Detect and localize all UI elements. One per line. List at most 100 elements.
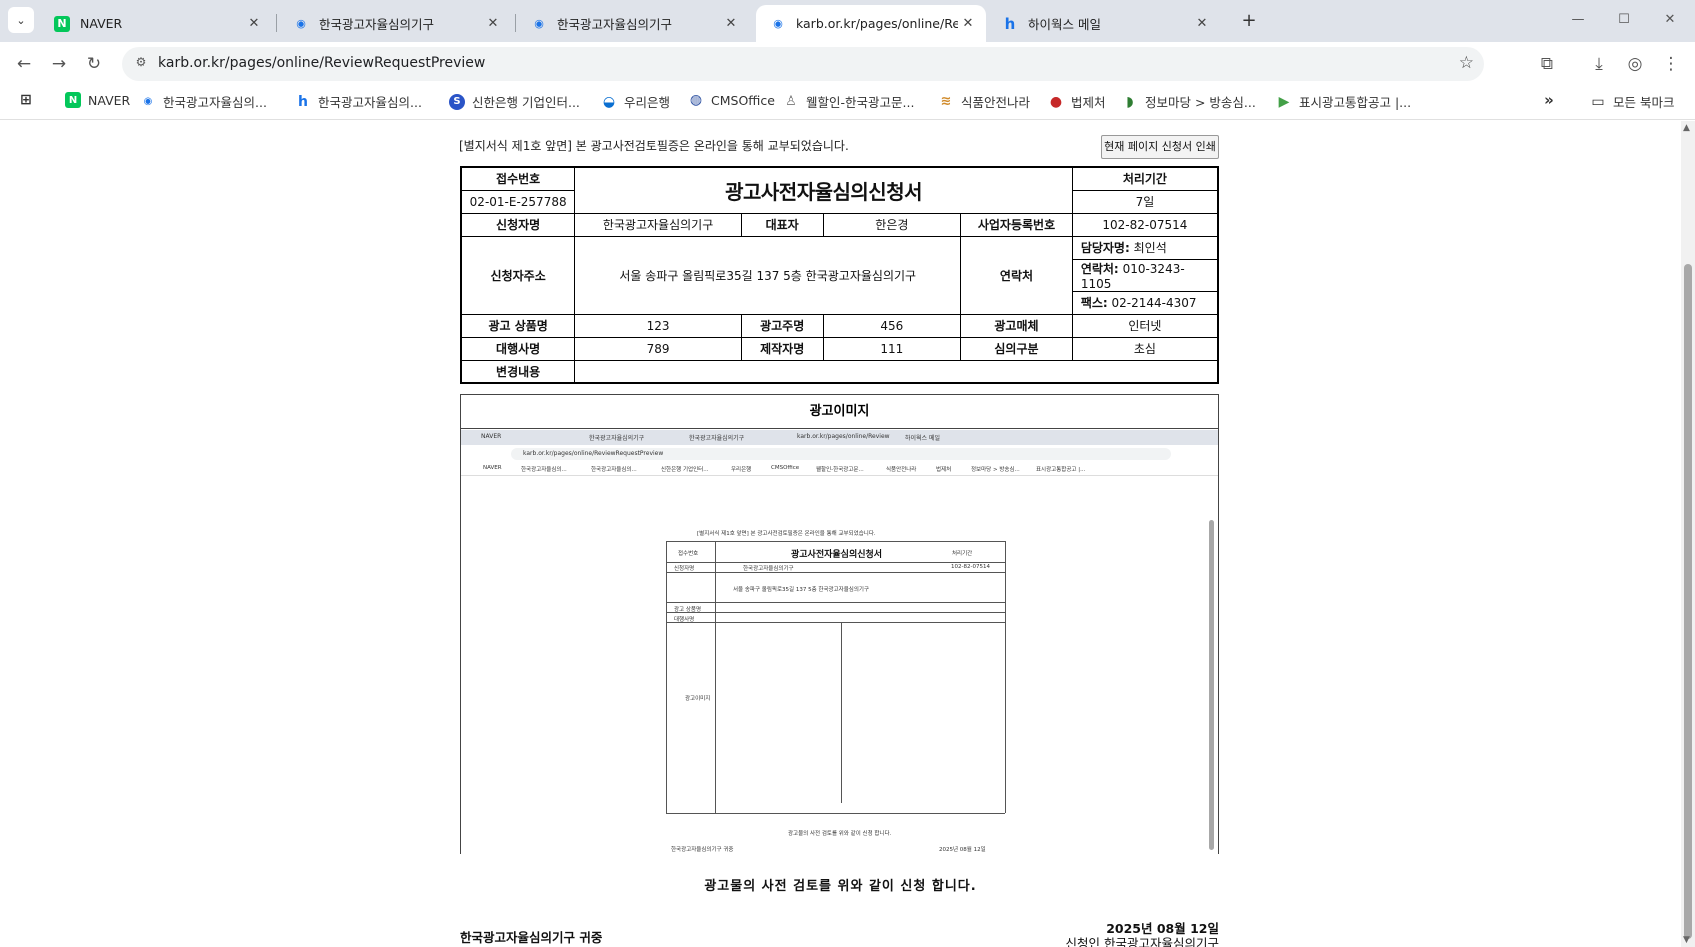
application-form: 접수번호 광고사전자율심의신청서 처리기간 02-01-E-257788 7일 … (460, 166, 1219, 384)
new-tab-button[interactable]: + (1236, 8, 1262, 34)
screenshot-bookmark: 표시광고통합공고 |... (1036, 467, 1086, 473)
bookmark-karb[interactable]: ◉ 한국광고자율심의... (140, 92, 267, 111)
naver-icon: N (65, 92, 81, 108)
product-label: 광고 상품명 (460, 313, 576, 338)
ad-image-section: 광고이미지 NAVER 한국광고자율심의기구 한국광고자율심의기구 karb.o… (460, 394, 1219, 854)
extensions-button[interactable]: ⧉ (1533, 50, 1561, 78)
url-text[interactable]: karb.or.kr/pages/online/ReviewRequestPre… (158, 55, 485, 71)
change-value (574, 359, 1219, 384)
bookmark-naver[interactable]: N NAVER (65, 92, 130, 108)
screenshot-bookmark: 법제처 (936, 467, 952, 473)
close-icon[interactable]: ✕ (1192, 16, 1212, 31)
maximize-icon: ☐ (1618, 12, 1630, 27)
agency-value: 789 (574, 336, 742, 361)
chevron-down-icon: ⌄ (16, 13, 26, 27)
more-bookmarks-button[interactable]: » (1541, 91, 1564, 109)
advertiser-label: 광고주명 (740, 313, 824, 338)
profile-button[interactable]: ◎ (1621, 50, 1649, 78)
maximize-button[interactable]: ☐ (1604, 8, 1644, 32)
screenshot-date: 2025년 08월 12일 (939, 847, 986, 853)
all-bookmarks-button[interactable]: ▭ 모든 북마크 (1590, 92, 1674, 111)
bookmark-ad-notice[interactable]: ▶ 표시광고통합공고 |... (1276, 92, 1412, 111)
bookmark-info[interactable]: ◗ 정보마당 > 방송심... (1122, 92, 1256, 111)
receipt-label: 접수번호 (460, 166, 576, 191)
page-content: [별지서식 제1호 앞면] 본 광고사전검토필증은 온라인을 통해 교부되었습니… (0, 121, 1681, 947)
screenshot-form-rule (666, 602, 1005, 603)
screenshot-agency-label: 대행사명 (674, 617, 695, 623)
screenshot-period-label: 처리기간 (952, 551, 973, 557)
bookmark-law[interactable]: ● 법제처 (1048, 92, 1106, 111)
close-window-button[interactable]: ✕ (1650, 8, 1690, 32)
apps-button[interactable]: ⊞ (18, 92, 41, 108)
screenshot-form-rule (666, 612, 1005, 613)
address-bar[interactable]: ⚙ karb.or.kr/pages/online/ReviewRequestP… (122, 47, 1484, 81)
downloads-button[interactable]: ⤓ (1585, 50, 1613, 78)
law-icon: ● (1049, 93, 1063, 110)
download-icon: ⤓ (1595, 54, 1603, 74)
screenshot-form-border (666, 541, 1005, 542)
ad-icon: ▶ (1278, 93, 1290, 110)
tab-strip: ⌄ N NAVER ✕ ◉ 한국광고자율심의기구 ✕ ◉ 한국광고자율심의기구 … (0, 0, 1695, 42)
screenshot-recipient: 한국광고자율심의기구 귀중 (671, 847, 734, 853)
screenshot-bookmark: CMSOffice (771, 465, 800, 471)
screenshot-receipt-label: 접수번호 (678, 551, 699, 557)
close-icon[interactable]: ✕ (244, 16, 264, 31)
tab-review-preview[interactable]: ◉ karb.or.kr/pages/online/Review ✕ (756, 5, 986, 42)
tab-naver[interactable]: N NAVER ✕ (40, 5, 272, 42)
close-icon[interactable]: ✕ (721, 16, 741, 31)
karb-icon: ◉ (143, 96, 153, 107)
tab-divider (276, 14, 277, 32)
applicant-label: 신청자명 (460, 212, 576, 237)
applicant-signature: 신청인 한국광고자율심의기구 (1065, 936, 1219, 947)
arrow-left-icon: ← (16, 54, 32, 74)
screenshot-ad-image-label: 광고이미지 (685, 696, 711, 702)
ceo-value: 한은경 (822, 212, 962, 237)
double-chevron-right-icon: » (1544, 91, 1554, 109)
minimize-button[interactable]: — (1558, 8, 1598, 32)
bookmark-hiworks[interactable]: h 한국광고자율심의... (295, 92, 422, 111)
close-icon[interactable]: ✕ (483, 16, 503, 31)
close-icon: ✕ (1664, 12, 1676, 27)
screenshot-scrollbar (1209, 520, 1214, 850)
scroll-up-icon[interactable]: ▲ (1683, 123, 1690, 133)
tab-hiworks[interactable]: h 하이웍스 메일 ✕ (988, 5, 1220, 42)
menu-button[interactable]: ⋮ (1657, 50, 1685, 78)
bookmark-shinhan[interactable]: S 신한은행 기업인터... (449, 92, 580, 111)
cms-icon: ◍ (689, 92, 703, 108)
screenshot-bookmark: 신한은행 기업인터... (661, 467, 709, 473)
screenshot-bookmark: 한국광고자율심의... (521, 467, 567, 473)
page-scrollbar[interactable]: ▲ ▼ (1681, 121, 1695, 947)
producer-label: 제작자명 (740, 336, 824, 361)
tab-search-button[interactable]: ⌄ (8, 7, 34, 33)
puzzle-icon: ⧉ (1540, 54, 1554, 74)
bookmark-woori[interactable]: ◒ 우리은행 (601, 92, 670, 111)
print-button[interactable]: 현재 페이지 신청서 인쇄 (1101, 135, 1219, 159)
tab-label: 하이웍스 메일 (1028, 17, 1101, 32)
back-button[interactable]: ← (10, 50, 38, 78)
scroll-thumb[interactable] (1684, 264, 1692, 939)
screenshot-form-rule (841, 622, 842, 803)
screenshot-tab: 하이웍스 메일 (905, 435, 941, 442)
naver-icon: N (54, 15, 70, 32)
close-icon[interactable]: ✕ (958, 16, 978, 31)
bizno-value: 102-82-07514 (1071, 212, 1219, 237)
tab-karb-1[interactable]: ◉ 한국광고자율심의기구 ✕ (279, 5, 511, 42)
bookmark-label: 우리은행 (624, 95, 671, 110)
bookmark-cmsoffice[interactable]: ◍ CMSOffice (688, 92, 775, 108)
screenshot-form-title: 광고사전자율심의신청서 (791, 550, 883, 560)
tab-karb-2[interactable]: ◉ 한국광고자율심의기구 ✕ (517, 5, 749, 42)
bookmark-discount[interactable]: ♙ 웰할인-한국광고문... (783, 92, 914, 111)
screenshot-tab: 한국광고자율심의기구 (689, 435, 745, 442)
recipient-text: 한국광고자율심의기구 귀중 (460, 930, 603, 945)
site-settings-icon[interactable]: ⚙ (132, 55, 150, 73)
forward-button[interactable]: → (45, 50, 73, 78)
bookmark-food-safety[interactable]: ≋ 식품안전나라 (938, 92, 1030, 111)
bookmark-star-icon[interactable]: ☆ (1459, 53, 1474, 73)
tab-label: karb.or.kr/pages/online/Review (796, 16, 958, 31)
bookmark-label: 법제처 (1071, 95, 1106, 110)
scroll-down-icon[interactable]: ▼ (1683, 935, 1690, 945)
review-type-label: 심의구분 (960, 336, 1073, 361)
screenshot-declaration: 광고물의 사전 검토를 위와 같이 신청 합니다. (788, 831, 892, 837)
reload-button[interactable]: ↻ (80, 50, 108, 78)
address-label: 신청자주소 (460, 235, 576, 315)
